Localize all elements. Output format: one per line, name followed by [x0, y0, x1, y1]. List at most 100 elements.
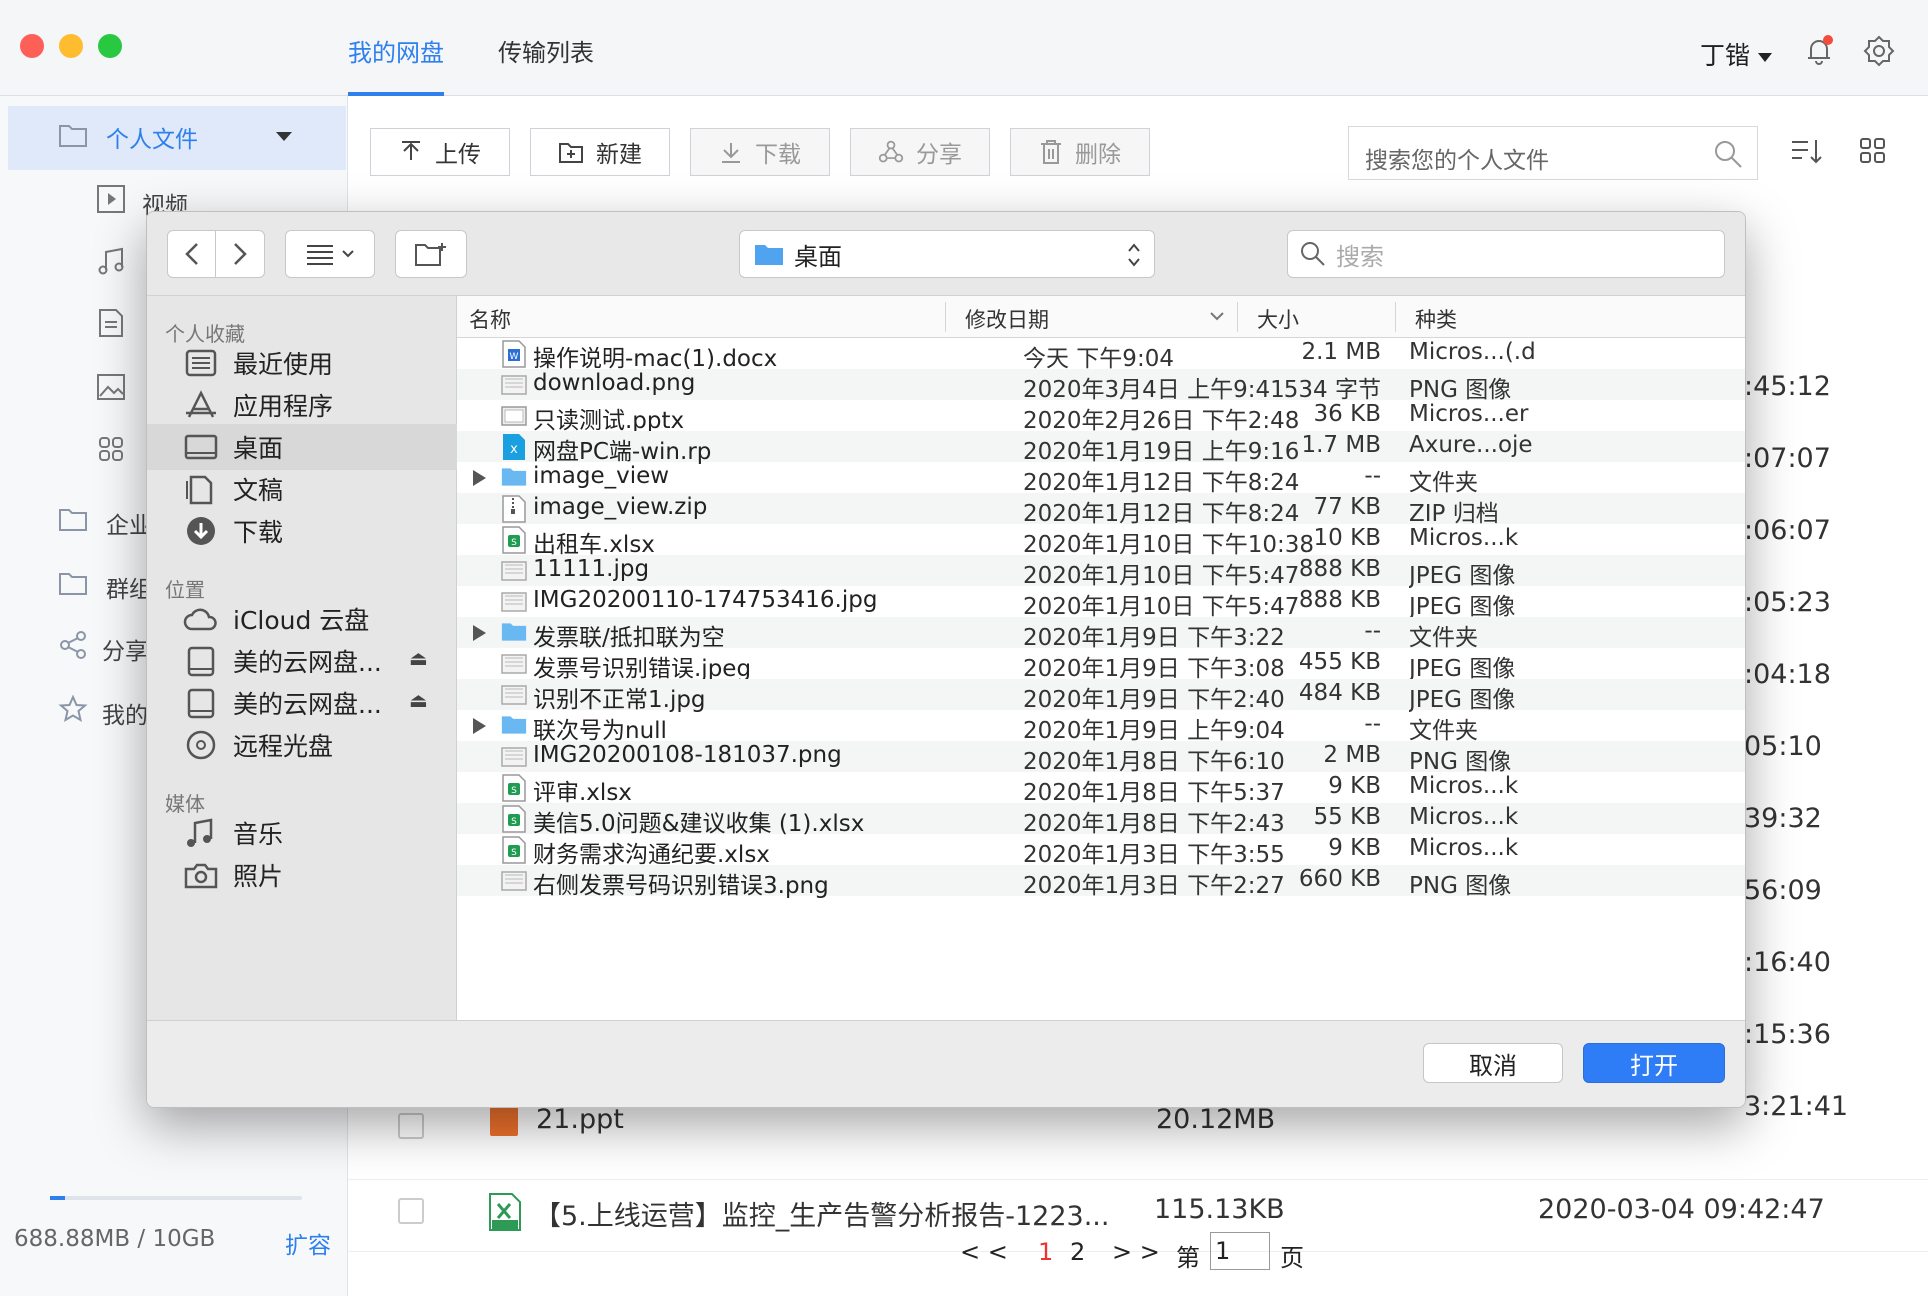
eject-icon[interactable]: ⏏ [409, 688, 428, 712]
expand-storage-link[interactable]: 扩容 [285, 1226, 331, 1260]
grid-view-icon[interactable] [1858, 136, 1888, 166]
file-row[interactable]: S 财务需求沟通纪要.xlsx 2020年1月3日 下午3:55 9 KB Micros… [457, 834, 1745, 868]
search-placeholder: 搜索您的个人文件 [1365, 148, 1549, 174]
row-checkbox[interactable] [398, 1113, 424, 1139]
document-icon[interactable] [96, 308, 126, 338]
delete-button[interactable]: 删除 [1010, 128, 1150, 176]
svg-text:S: S [511, 817, 517, 827]
file-size: -- [1364, 463, 1381, 489]
forward-button[interactable] [216, 231, 264, 277]
file-size: 888 KB [1298, 587, 1381, 613]
column-size[interactable]: 大小 [1257, 304, 1299, 334]
bell-icon[interactable] [1802, 34, 1836, 68]
file-row[interactable]: IMG20200110-174753416.jpg 2020年1月10日 下午5:… [457, 586, 1745, 620]
open-button[interactable]: 打开 [1583, 1043, 1725, 1083]
desktop-icon [184, 434, 218, 460]
folder-row[interactable]: 联次号为null 2020年1月9日 上午9:04 -- 文件夹 [457, 710, 1745, 744]
pager-page-1[interactable]: 1 [1038, 1238, 1053, 1266]
column-kind[interactable]: 种类 [1415, 304, 1457, 334]
file-name[interactable]: 【5.上线运营】监控_生产告警分析报告-1223... [534, 1194, 1109, 1233]
caret-down-icon[interactable] [276, 132, 292, 141]
download-label: 下载 [755, 142, 801, 168]
image-icon[interactable] [96, 372, 126, 402]
location-label: 桌面 [794, 242, 842, 271]
sidebar-item-documents[interactable]: 文稿 [183, 466, 457, 512]
file-row[interactable]: S 出租车.xlsx 2020年1月10日 下午10:38 10 KB Micros..… [457, 524, 1745, 558]
file-kind: PNG 图像 [1409, 873, 1512, 899]
sidebar-item-desktop[interactable]: 桌面 [147, 424, 457, 470]
file-name: 财务需求沟通纪要.xlsx [533, 842, 770, 868]
sidebar-item-mine[interactable]: 我的 [102, 696, 148, 730]
file-row[interactable]: 发票号识别错误.jpeg 2020年1月9日 下午3:08 455 KB JPEG 图… [457, 648, 1745, 682]
back-button[interactable] [168, 231, 217, 277]
file-row[interactable]: image_view.zip 2020年1月12日 下午8:24 77 KB ZIP … [457, 493, 1745, 527]
pager-next[interactable]: > > [1112, 1238, 1160, 1266]
file-row[interactable]: S 评审.xlsx 2020年1月8日 下午5:37 9 KB Micros...k [457, 772, 1745, 806]
column-date[interactable]: 修改日期 [965, 304, 1049, 334]
tab-my-disk[interactable]: 我的网盘 [348, 33, 444, 68]
sidebar-item-music[interactable]: 音乐 [183, 810, 457, 856]
sidebar-item-label: 音乐 [233, 820, 284, 849]
folder-row[interactable]: 发票联/抵扣联为空 2020年1月9日 下午3:22 -- 文件夹 [457, 617, 1745, 651]
sidebar-item-applications[interactable]: 应用程序 [183, 382, 457, 428]
grid-icon[interactable] [96, 434, 126, 464]
file-row[interactable]: W 操作说明-mac(1).docx 今天 下午9:04 2.1 MB Micros..… [457, 338, 1745, 372]
file-name: 美信5.0问题&建议收集 (1).xlsx [533, 811, 865, 837]
download-button[interactable]: 下载 [690, 128, 830, 176]
disclosure-triangle-icon[interactable] [473, 470, 486, 486]
file-row[interactable]: x 网盘PC端-win.rp 2020年1月19日 上午9:16 1.7 MB Axur… [457, 431, 1745, 465]
disclosure-triangle-icon[interactable] [473, 718, 486, 734]
new-folder-icon [415, 243, 446, 266]
sidebar-item-photos[interactable]: 照片 [183, 852, 457, 898]
upload-button[interactable]: 上传 [370, 128, 510, 176]
dialog-search-input[interactable]: 搜索 [1287, 230, 1725, 278]
table-row[interactable]: 21.ppt 20.12MB [348, 1104, 1928, 1180]
minimize-window-button[interactable] [59, 34, 83, 58]
share-button[interactable]: 分享 [850, 128, 990, 176]
file-name: 识别不正常1.jpg [533, 687, 706, 713]
sidebar-item-remote-disc[interactable]: 远程光盘 [183, 722, 457, 768]
pager-input[interactable]: 1 [1210, 1232, 1270, 1270]
sidebar-item-label: 美的云网盘... [233, 648, 382, 677]
file-name[interactable]: 21.ppt [536, 1104, 624, 1135]
user-menu[interactable]: 丁锴 [1700, 36, 1773, 72]
file-row[interactable]: 只读测试.pptx 2020年2月26日 下午2:48 36 KB Micros...… [457, 400, 1745, 434]
new-button[interactable]: 新建 [530, 128, 670, 176]
file-row[interactable]: S 美信5.0问题&建议收集 (1).xlsx 2020年1月8日 下午2:43 55… [457, 803, 1745, 837]
row-checkbox[interactable] [398, 1198, 424, 1224]
file-row[interactable]: IMG20200108-181037.png 2020年1月8日 下午6:10 2 … [457, 741, 1745, 775]
column-name[interactable]: 名称 [469, 304, 511, 334]
file-row[interactable]: 识别不正常1.jpg 2020年1月9日 下午2:40 484 KB JPEG 图像 [457, 679, 1745, 713]
sort-icon[interactable] [1790, 136, 1824, 166]
pager-page-2[interactable]: 2 [1070, 1238, 1085, 1266]
search-icon [1715, 141, 1742, 168]
image-file-icon [501, 371, 527, 399]
dialog-toolbar: 桌面 搜索 [147, 212, 1745, 296]
eject-icon[interactable]: ⏏ [409, 646, 428, 670]
zoom-window-button[interactable] [98, 34, 122, 58]
new-folder-button[interactable] [395, 230, 467, 278]
music-icon[interactable] [96, 246, 126, 276]
file-row[interactable]: download.png 2020年3月4日 上午9:41 534 字节 PNG 图像 [457, 369, 1745, 403]
location-popup[interactable]: 桌面 [739, 230, 1155, 278]
view-options-button[interactable] [285, 230, 375, 278]
cancel-button[interactable]: 取消 [1423, 1043, 1563, 1083]
file-size: 20.12MB [1156, 1104, 1276, 1135]
close-window-button[interactable] [20, 34, 44, 58]
sidebar-item-recents[interactable]: 最近使用 [183, 340, 457, 386]
gear-icon[interactable] [1862, 34, 1896, 68]
sidebar-item-downloads[interactable]: 下载 [183, 508, 457, 554]
disclosure-triangle-icon[interactable] [473, 625, 486, 641]
file-row[interactable]: 右侧发票号码识别错误3.png 2020年1月3日 下午2:27 660 KB PNG… [457, 865, 1745, 899]
sidebar-item-icloud[interactable]: iCloud 云盘 [183, 596, 457, 642]
file-name: 发票联/抵扣联为空 [533, 625, 725, 651]
search-input[interactable]: 搜索您的个人文件 [1348, 126, 1758, 180]
file-kind: JPEG 图像 [1409, 563, 1516, 589]
pager-prev[interactable]: < < [960, 1238, 1008, 1266]
sidebar-item-share[interactable]: 分享 [102, 632, 148, 666]
file-row[interactable]: 11111.jpg 2020年1月10日 下午5:47 888 KB JPEG 图像 [457, 555, 1745, 589]
folder-icon [59, 125, 87, 147]
folder-row[interactable]: image_view 2020年1月12日 下午8:24 -- 文件夹 [457, 462, 1745, 496]
tab-transfer-list[interactable]: 传输列表 [498, 33, 594, 68]
excel-file-icon: S [501, 526, 527, 554]
